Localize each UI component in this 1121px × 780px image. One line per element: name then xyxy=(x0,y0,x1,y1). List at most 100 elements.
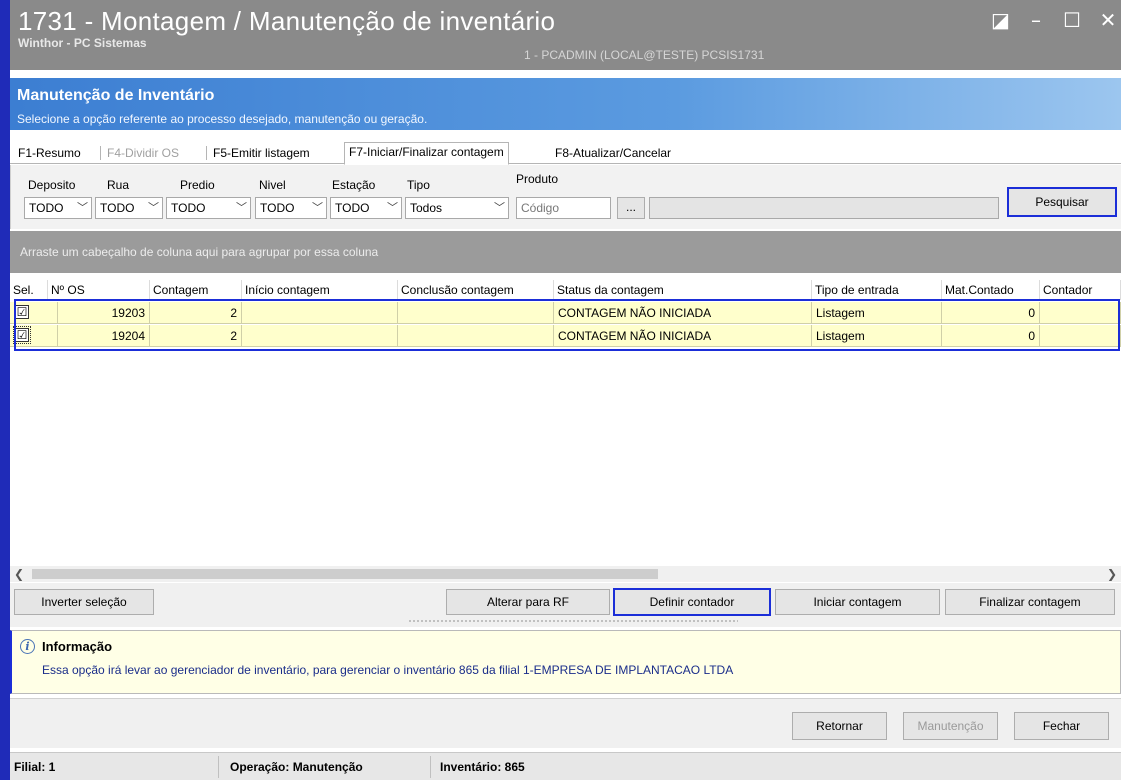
col-os[interactable]: Nº OS xyxy=(48,280,150,300)
group-by-bar[interactable]: Arraste um cabeçalho de coluna aqui para… xyxy=(10,231,1121,273)
action-bar: Inverter seleção Alterar para RF Definir… xyxy=(10,583,1121,627)
row-checkbox[interactable]: ☑ xyxy=(15,305,29,319)
tab-separator xyxy=(100,146,101,160)
row-select-cell[interactable]: ☑ xyxy=(10,325,58,347)
cell-contagem: 2 xyxy=(150,302,242,324)
table-row[interactable]: ☑ 19204 2 CONTAGEM NÃO INICIADA Listagem… xyxy=(10,325,1121,347)
cell-mat-contado: 0 xyxy=(942,302,1040,324)
window-content: 1731 - Montagem / Manutenção de inventár… xyxy=(10,0,1121,780)
scroll-thumb[interactable] xyxy=(32,569,658,579)
row-select-cell[interactable]: ☑ xyxy=(10,302,58,324)
produto-code-input[interactable]: Código xyxy=(516,197,611,219)
col-status[interactable]: Status da contagem xyxy=(554,280,812,300)
splitter-grip[interactable] xyxy=(408,619,738,623)
window-frame xyxy=(0,0,10,780)
info-icon: i xyxy=(20,639,35,654)
status-inventario: Inventário: 865 xyxy=(440,760,525,774)
chevron-down-icon: ﹀ xyxy=(77,202,88,214)
define-counter-button[interactable]: Definir contador xyxy=(613,588,771,616)
horizontal-scrollbar[interactable]: ❮ ❯ xyxy=(10,566,1121,582)
chevron-down-icon: ﹀ xyxy=(148,202,159,214)
predio-select[interactable]: TODO ﹀ xyxy=(166,197,251,219)
tab-separator xyxy=(206,146,207,160)
section-header: Manutenção de Inventário Selecione a opç… xyxy=(10,78,1121,130)
cell-conclusao xyxy=(398,302,554,324)
cell-status: CONTAGEM NÃO INICIADA xyxy=(554,325,812,347)
tab-iniciar-finalizar[interactable]: F7-Iniciar/Finalizar contagem xyxy=(344,142,509,165)
window-controls: ◪ – ☐ ✕ xyxy=(991,10,1117,30)
col-sel[interactable]: Sel. xyxy=(10,280,48,300)
cell-contagem: 2 xyxy=(150,325,242,347)
col-mat-contado[interactable]: Mat.Contado xyxy=(942,280,1040,300)
nivel-label: Nivel xyxy=(259,178,286,192)
cell-contador xyxy=(1040,302,1121,324)
scroll-right-icon[interactable]: ❯ xyxy=(1107,566,1117,582)
rua-value: TODO xyxy=(100,201,135,215)
status-separator xyxy=(218,756,219,778)
maintenance-button[interactable]: Manutenção xyxy=(903,712,998,740)
tab-resumo[interactable]: F1-Resumo xyxy=(14,144,85,164)
rua-label: Rua xyxy=(107,178,130,192)
scroll-left-icon[interactable]: ❮ xyxy=(14,566,24,582)
cell-status: CONTAGEM NÃO INICIADA xyxy=(554,302,812,324)
tipo-select[interactable]: Todos ﹀ xyxy=(405,197,509,219)
cell-inicio xyxy=(242,325,398,347)
invert-selection-button[interactable]: Inverter seleção xyxy=(14,589,154,615)
finish-count-button[interactable]: Finalizar contagem xyxy=(945,589,1115,615)
col-inicio[interactable]: Início contagem xyxy=(242,280,398,300)
grid-header: Sel. Nº OS Contagem Início contagem Conc… xyxy=(10,280,1121,300)
cell-tipo-entrada: Listagem xyxy=(812,302,942,324)
deposito-select[interactable]: TODO ﹀ xyxy=(24,197,92,219)
window-subtitle: Winthor - PC Sistemas xyxy=(18,36,147,50)
status-operacao: Operação: Manutenção xyxy=(230,760,363,774)
close-button[interactable]: Fechar xyxy=(1014,712,1109,740)
row-checkbox[interactable]: ☑ xyxy=(13,326,31,344)
data-grid: Sel. Nº OS Contagem Início contagem Conc… xyxy=(10,275,1121,567)
predio-label: Predio xyxy=(180,178,215,192)
alter-rf-button[interactable]: Alterar para RF xyxy=(446,589,610,615)
start-count-button[interactable]: Iniciar contagem xyxy=(775,589,940,615)
col-contagem[interactable]: Contagem xyxy=(150,280,242,300)
close-icon[interactable]: ✕ xyxy=(1099,10,1117,30)
deposito-value: TODO xyxy=(29,201,64,215)
deposito-label: Deposito xyxy=(28,178,76,192)
tab-emitir-listagem[interactable]: F5-Emitir listagem xyxy=(209,144,314,164)
cell-os: 19204 xyxy=(58,325,150,347)
nivel-value: TODO xyxy=(260,201,295,215)
info-title: Informação xyxy=(42,639,113,654)
app-window: 1731 - Montagem / Manutenção de inventár… xyxy=(0,0,1121,780)
rua-select[interactable]: TODO ﹀ xyxy=(95,197,163,219)
search-button[interactable]: Pesquisar xyxy=(1007,187,1117,217)
cell-conclusao xyxy=(398,325,554,347)
predio-value: TODO xyxy=(171,201,206,215)
window-title: 1731 - Montagem / Manutenção de inventár… xyxy=(18,6,556,36)
col-conclusao[interactable]: Conclusão contagem xyxy=(398,280,554,300)
chevron-down-icon: ﹀ xyxy=(494,202,505,214)
section-title: Manutenção de Inventário xyxy=(17,87,215,104)
title-bar: 1731 - Montagem / Manutenção de inventár… xyxy=(10,0,1121,70)
col-tipo-entrada[interactable]: Tipo de entrada xyxy=(812,280,942,300)
info-panel: i Informação Essa opção irá levar ao ger… xyxy=(10,630,1121,694)
nivel-select[interactable]: TODO ﹀ xyxy=(255,197,327,219)
restore-icon[interactable]: ◪ xyxy=(991,10,1010,30)
cell-contador xyxy=(1040,325,1121,347)
chevron-down-icon: ﹀ xyxy=(312,202,323,214)
tab-strip: F1-Resumo F4-Dividir OS F5-Emitir listag… xyxy=(10,140,1121,165)
tab-atualizar-cancelar[interactable]: F8-Atualizar/Cancelar xyxy=(551,144,675,164)
minimize-icon[interactable]: – xyxy=(1027,10,1045,30)
produto-browse-button[interactable]: ... xyxy=(617,197,645,219)
maximize-icon[interactable]: ☐ xyxy=(1063,10,1081,30)
status-bar: Filial: 1 Operação: Manutenção Inventári… xyxy=(10,752,1121,780)
table-row[interactable]: ☑ 19203 2 CONTAGEM NÃO INICIADA Listagem… xyxy=(10,302,1121,324)
estacao-select[interactable]: TODO ﹀ xyxy=(330,197,402,219)
estacao-value: TODO xyxy=(335,201,370,215)
produto-description-field xyxy=(649,197,999,219)
return-button[interactable]: Retornar xyxy=(792,712,887,740)
session-info: 1 - PCADMIN (LOCAL@TESTE) PCSIS1731 xyxy=(524,48,765,62)
col-contador[interactable]: Contador xyxy=(1040,280,1121,300)
filter-panel: Deposito TODO ﹀ Rua TODO ﹀ Predio TODO ﹀ Ni… xyxy=(10,165,1121,229)
status-filial: Filial: 1 xyxy=(14,760,56,774)
tab-dividir-os[interactable]: F4-Dividir OS xyxy=(103,144,183,164)
info-message: Essa opção irá levar ao gerenciador de i… xyxy=(42,663,734,677)
cell-os: 19203 xyxy=(58,302,150,324)
